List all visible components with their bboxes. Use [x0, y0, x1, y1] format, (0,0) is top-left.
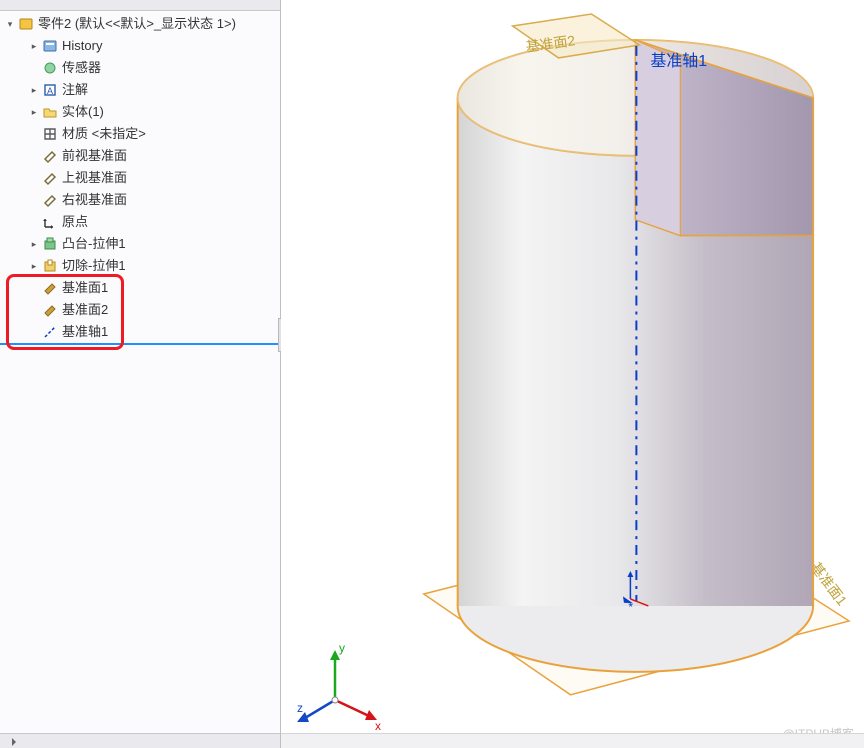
tree-item-7[interactable]: 右视基准面	[0, 189, 280, 211]
tree-item-label: 基准轴1	[62, 321, 108, 343]
svg-text:*: *	[628, 600, 633, 614]
axis-icon	[42, 324, 58, 340]
tree-item-label: 上视基准面	[62, 167, 127, 189]
folder-icon	[42, 104, 58, 120]
tree-item-label: 材质 <未指定>	[62, 123, 146, 145]
feature-tree[interactable]: ▾ 零件2 (默认<<默认>_显示状态 1>) ▸History传感器▸A注解▸…	[0, 11, 280, 733]
expander-icon[interactable]: ▸	[28, 40, 40, 52]
collapse-icon[interactable]: ▾	[4, 18, 16, 30]
datplane-icon	[42, 280, 58, 296]
plane-icon	[42, 148, 58, 164]
expander-icon[interactable]	[28, 62, 40, 74]
tree-item-6[interactable]: 上视基准面	[0, 167, 280, 189]
tree-item-9[interactable]: ▸ 凸台-拉伸1	[0, 233, 280, 255]
tree-item-label: 注解	[62, 79, 88, 101]
tree-item-label: 实体(1)	[62, 101, 104, 123]
tree-item-label: 凸台-拉伸1	[62, 233, 126, 255]
tree-item-5[interactable]: 前视基准面	[0, 145, 280, 167]
plane-icon	[42, 170, 58, 186]
expander-icon[interactable]	[28, 216, 40, 228]
expander-icon[interactable]	[28, 326, 40, 338]
tree-item-4[interactable]: 材质 <未指定>	[0, 123, 280, 145]
hist-icon	[42, 38, 58, 54]
tree-item-0[interactable]: ▸ History	[0, 35, 280, 57]
tree-item-1[interactable]: 传感器	[0, 57, 280, 79]
view-triad[interactable]: y x z	[297, 640, 387, 730]
expander-icon[interactable]: ▸	[28, 238, 40, 250]
expander-icon[interactable]	[28, 194, 40, 206]
svg-text:A: A	[47, 86, 53, 96]
tree-item-8[interactable]: 原点	[0, 211, 280, 233]
expander-icon[interactable]: ▸	[28, 106, 40, 118]
viewport-footer	[281, 733, 864, 748]
expander-icon[interactable]	[28, 304, 40, 316]
tree-root[interactable]: ▾ 零件2 (默认<<默认>_显示状态 1>)	[0, 13, 280, 35]
tree-item-10[interactable]: ▸ 切除-拉伸1	[0, 255, 280, 277]
tree-item-label: 右视基准面	[62, 189, 127, 211]
tree-item-label: 前视基准面	[62, 145, 127, 167]
tree-item-11[interactable]: 基准面1	[0, 277, 280, 299]
tree-item-label: 基准面2	[62, 299, 108, 321]
expander-icon[interactable]	[28, 282, 40, 294]
tree-item-label: 原点	[62, 211, 88, 233]
sensor-icon	[42, 60, 58, 76]
triad-y-label: y	[339, 641, 345, 655]
triad-z-label: z	[297, 701, 303, 715]
part-icon	[18, 16, 34, 32]
datplane-icon	[42, 302, 58, 318]
feature-tree-panel: ▾ 零件2 (默认<<默认>_显示状态 1>) ▸History传感器▸A注解▸…	[0, 0, 281, 748]
root-label: 零件2 (默认<<默认>_显示状态 1>)	[38, 13, 236, 35]
model-canvas[interactable]: 基准面1	[281, 0, 864, 747]
tree-header	[0, 0, 280, 11]
tree-item-2[interactable]: ▸ A 注解	[0, 79, 280, 101]
expander-icon[interactable]	[28, 128, 40, 140]
tree-item-label: History	[62, 35, 102, 57]
note-icon: A	[42, 82, 58, 98]
tree-item-label: 切除-拉伸1	[62, 255, 126, 277]
tree-item-label: 基准面1	[62, 277, 108, 299]
expander-icon[interactable]: ▸	[28, 260, 40, 272]
mat-icon	[42, 126, 58, 142]
axis1-label: 基准轴1	[650, 52, 707, 70]
rollback-bar[interactable]	[0, 343, 280, 345]
cut-icon	[42, 258, 58, 274]
plane-icon	[42, 192, 58, 208]
expander-icon[interactable]	[28, 150, 40, 162]
tree-item-3[interactable]: ▸ 实体(1)	[0, 101, 280, 123]
expander-icon[interactable]	[28, 172, 40, 184]
triad-x-label: x	[375, 719, 381, 730]
tree-item-12[interactable]: 基准面2	[0, 299, 280, 321]
tree-item-13[interactable]: 基准轴1	[0, 321, 280, 343]
expander-icon[interactable]: ▸	[28, 84, 40, 96]
boss-icon	[42, 236, 58, 252]
origin-icon	[42, 214, 58, 230]
tree-item-label: 传感器	[62, 57, 101, 79]
tree-footer	[0, 733, 280, 748]
graphics-viewport[interactable]: 基准面1	[281, 0, 864, 748]
